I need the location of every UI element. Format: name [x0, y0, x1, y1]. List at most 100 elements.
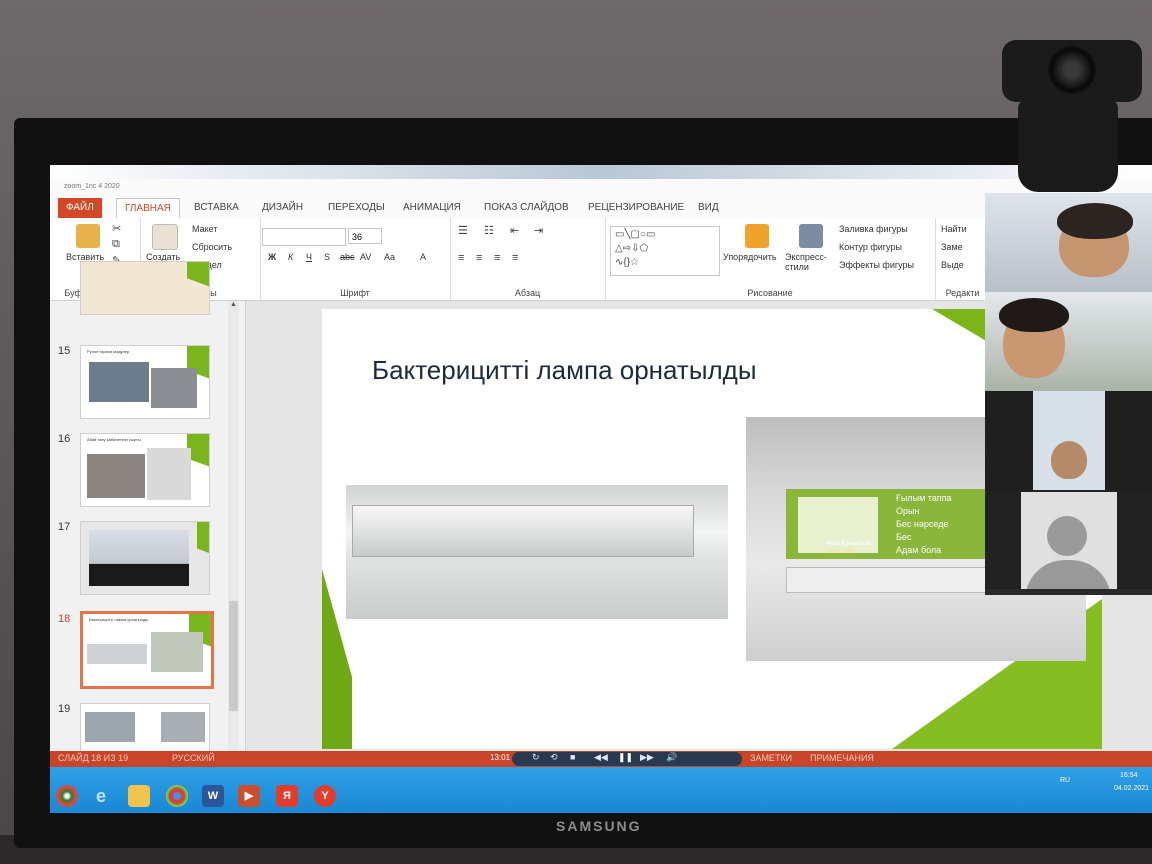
rewind-icon[interactable]: ◀◀	[594, 752, 608, 763]
yandex-browser-icon[interactable]: Y	[314, 785, 336, 807]
font-family-box[interactable]	[262, 228, 346, 246]
tab-slideshow[interactable]: ПОКАЗ СЛАЙДОВ	[484, 198, 569, 218]
pause-icon[interactable]: ❚❚	[618, 752, 633, 763]
ribbon-tabs: ФАЙЛ ГЛАВНАЯ ВСТАВКА ДИЗАЙН ПЕРЕХОДЫ АНИ…	[58, 198, 988, 219]
outdent-icon[interactable]: ⇥	[534, 224, 543, 237]
group-font: 36 Ж К Ч S abc AV Aa A Шрифт	[260, 218, 451, 300]
word-icon[interactable]: W	[202, 785, 224, 807]
shadow-button[interactable]: S	[324, 252, 330, 262]
stop-icon[interactable]: ■	[570, 752, 575, 762]
slide-title[interactable]: Бактерицитті лампа орнатылды	[372, 355, 757, 386]
participant-tile-4[interactable]	[985, 490, 1152, 589]
volume-icon[interactable]: 🔊	[666, 752, 677, 763]
font-size-box[interactable]: 36	[348, 228, 382, 244]
quick-styles-button[interactable]: Экспресс-стили	[785, 252, 835, 272]
strikethrough-button[interactable]: abc	[340, 252, 355, 262]
start-button-icon[interactable]	[56, 785, 78, 807]
shape-fill-button[interactable]: Заливка фигуры	[839, 224, 908, 234]
spacing-button[interactable]: AV	[360, 252, 371, 262]
tab-file[interactable]: ФАЙЛ	[58, 198, 102, 218]
scroll-thumb[interactable]	[229, 601, 238, 711]
shape-icons-row2: △⇨⇩⬠	[615, 243, 649, 254]
underline-button[interactable]: Ч	[306, 252, 312, 262]
tray-date[interactable]: 04.02.2021	[1114, 785, 1149, 792]
font-label: Шрифт	[340, 288, 370, 298]
case-button[interactable]: Aa	[384, 252, 395, 262]
participant-tile-3[interactable]	[985, 391, 1152, 490]
shapes-gallery[interactable]: ▭╲▢○▭ △⇨⇩⬠ ∿{}☆	[610, 226, 720, 276]
numbering-icon[interactable]: ☷	[484, 224, 494, 237]
arrange-icon[interactable]	[745, 224, 769, 248]
participant-tile-1[interactable]	[985, 193, 1152, 292]
slide-thumb-17[interactable]	[80, 521, 210, 595]
refresh-icon[interactable]: ⟲	[550, 752, 558, 763]
tray-time[interactable]: 16:54	[1120, 772, 1138, 779]
slide-counter: СЛАЙД 18 ИЗ 19	[58, 753, 129, 763]
layout-button[interactable]: Макет	[192, 224, 217, 234]
video-time: 13:01	[490, 753, 511, 762]
thumbnail-scrollbar[interactable]: ▲	[228, 301, 239, 751]
tab-view[interactable]: ВИД	[698, 198, 719, 218]
paste-icon[interactable]	[76, 224, 100, 248]
reset-button[interactable]: Сбросить	[192, 242, 232, 252]
tab-home[interactable]: ГЛАВНАЯ	[116, 198, 180, 219]
new-slide-icon[interactable]	[152, 224, 178, 250]
font-color-button[interactable]: A	[420, 252, 426, 262]
poster-line: Орын	[896, 506, 920, 516]
explorer-icon[interactable]	[128, 785, 150, 807]
thumb-caption: Бактерицитті лампа орнатылды	[89, 617, 149, 622]
tab-insert[interactable]: ВСТАВКА	[194, 198, 239, 218]
media-player-icon[interactable]: ▶	[238, 785, 260, 807]
notes-button[interactable]: ЗАМЕТКИ	[750, 753, 792, 763]
replace-button[interactable]: Заме	[941, 242, 963, 252]
slide-thumb-15[interactable]: Рулон тарихи модулер	[80, 345, 210, 419]
justify-icon[interactable]: ≡	[512, 252, 518, 264]
bold-button[interactable]: Ж	[268, 252, 276, 262]
tab-animation[interactable]: АНИМАЦИЯ	[403, 198, 461, 218]
webcam-lens-icon	[1048, 46, 1096, 94]
shape-effects-button[interactable]: Эффекты фигуры	[839, 260, 914, 270]
forward-icon[interactable]: ▶▶	[640, 752, 654, 763]
tab-design[interactable]: ДИЗАЙН	[262, 198, 303, 218]
chrome-icon[interactable]	[166, 785, 188, 807]
arrange-button[interactable]: Упорядочить	[723, 252, 777, 262]
slide-thumb-18[interactable]: Бактерицитті лампа орнатылды	[80, 611, 214, 689]
italic-button[interactable]: К	[288, 252, 293, 262]
slide-thumb-19[interactable]	[80, 703, 210, 753]
repeat-icon[interactable]: ↻	[532, 752, 540, 763]
avatar-head-icon	[1047, 516, 1087, 556]
scroll-up-icon[interactable]: ▲	[229, 301, 238, 311]
thumb-number: 16	[58, 433, 71, 445]
webcam-mount	[1018, 100, 1118, 192]
tray-language[interactable]: RU	[1060, 777, 1070, 784]
thumb-number: 19	[58, 703, 71, 715]
shape-outline-button[interactable]: Контур фигуры	[839, 242, 902, 252]
slide-thumb-14[interactable]	[80, 261, 210, 315]
lamp-fixture	[352, 505, 694, 557]
poster-line: Ғылым таппа	[896, 493, 952, 503]
cut-icon[interactable]: ✂	[112, 222, 121, 235]
shape-icons: ▭╲▢○▭	[615, 229, 656, 240]
find-button[interactable]: Найти	[941, 224, 967, 234]
tab-review[interactable]: РЕЦЕНЗИРОВАНИЕ	[588, 198, 684, 218]
align-center-icon[interactable]: ≡	[476, 252, 482, 264]
video-controls: ↻ ⟲ ■ ◀◀ ❚❚ ▶▶ 🔊	[512, 752, 742, 766]
poster-name: Абай Құнанбаев	[826, 541, 872, 547]
yandex-icon[interactable]: Я	[276, 785, 298, 807]
quick-styles-icon[interactable]	[799, 224, 823, 248]
poster-years: 1845-1904	[826, 549, 855, 555]
lamp-photo[interactable]	[346, 485, 728, 619]
comments-button[interactable]: ПРИМЕЧАНИЯ	[810, 753, 874, 763]
language-indicator[interactable]: РУССКИЙ	[172, 753, 215, 763]
select-button[interactable]: Выде	[941, 260, 964, 270]
avatar-placeholder	[1021, 492, 1117, 589]
indent-icon[interactable]: ⇤	[510, 224, 519, 237]
align-right-icon[interactable]: ≡	[494, 252, 500, 264]
tab-transitions[interactable]: ПЕРЕХОДЫ	[328, 198, 385, 218]
participant-tile-2[interactable]	[985, 292, 1152, 391]
copy-icon[interactable]: ⧉	[112, 238, 120, 251]
align-left-icon[interactable]: ≡	[458, 252, 464, 264]
slide-thumb-16[interactable]: Абай тану кабинеттин сырты	[80, 433, 210, 507]
bullets-icon[interactable]: ☰	[458, 224, 468, 237]
ie-icon[interactable]: e	[90, 785, 112, 807]
